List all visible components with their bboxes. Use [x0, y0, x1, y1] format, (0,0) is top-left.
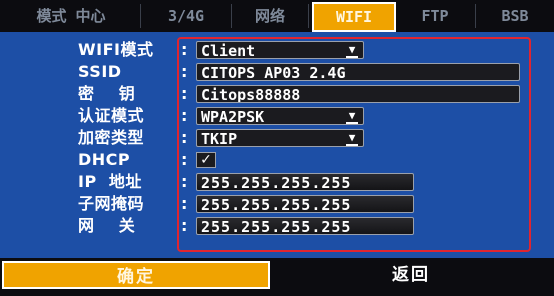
- gateway-label: 网 关: [78, 216, 136, 235]
- tab-bar: 模式 中心 3/4G 网络 WIFI FTP BSB: [0, 0, 554, 32]
- tab-ftp[interactable]: FTP: [395, 4, 476, 28]
- password-label: 密 钥: [78, 84, 136, 103]
- ip-address-label: IP 地址: [78, 172, 142, 191]
- tab-network[interactable]: 网络: [232, 4, 309, 28]
- bottom-button-bar: 确定 返回: [0, 258, 554, 296]
- red-highlight-box: [177, 37, 531, 252]
- dhcp-label: DHCP: [78, 150, 131, 169]
- back-button[interactable]: 返回: [272, 261, 550, 289]
- auth-mode-label: 认证模式: [78, 106, 145, 125]
- confirm-button[interactable]: 确定: [2, 261, 270, 289]
- subnet-mask-label: 子网掩码: [78, 194, 145, 213]
- wifi-mode-label: WIFI模式: [78, 40, 154, 59]
- tab-mode-center[interactable]: 模式 中心: [2, 4, 141, 28]
- tab-bsb[interactable]: BSB: [476, 4, 554, 28]
- ssid-label: SSID: [78, 62, 122, 81]
- tab-3g-4g[interactable]: 3/4G: [141, 4, 232, 28]
- device-settings-screen: 模式 中心 3/4G 网络 WIFI FTP BSB WIFI模式 : Clie…: [0, 0, 554, 296]
- tab-wifi[interactable]: WIFI: [312, 2, 396, 32]
- encryption-label: 加密类型: [78, 128, 145, 147]
